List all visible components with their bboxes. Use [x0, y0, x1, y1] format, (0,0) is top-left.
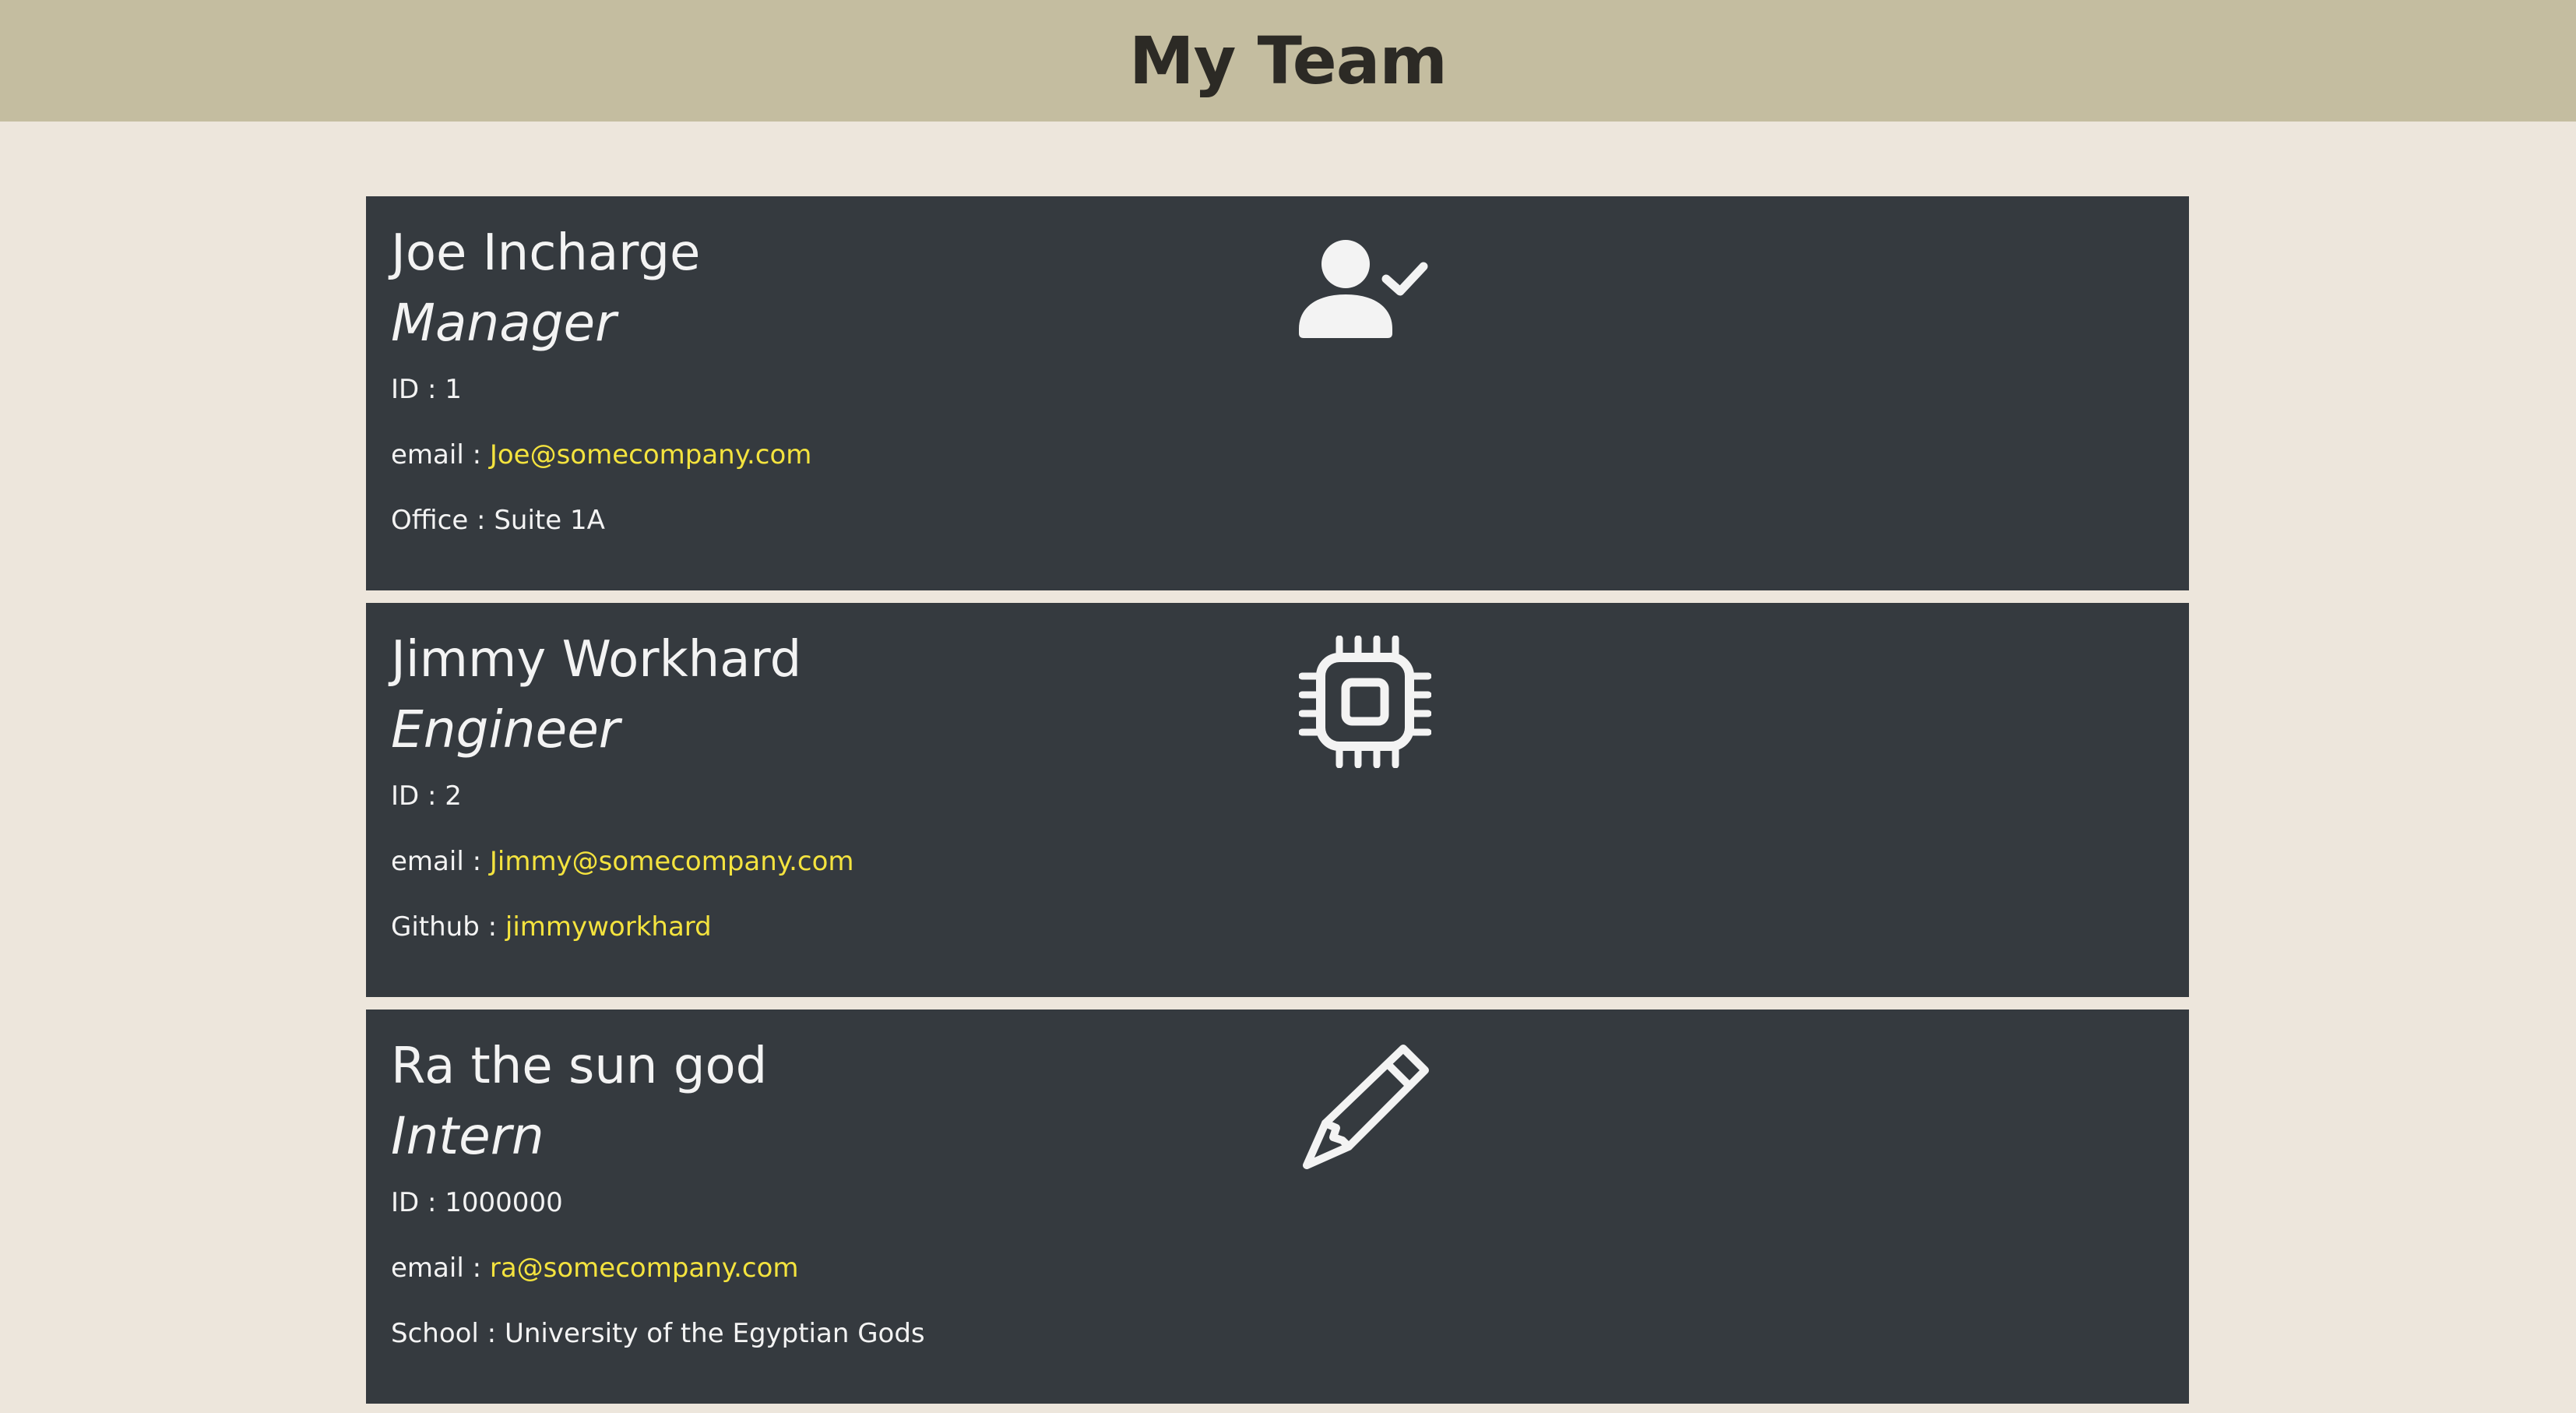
- id-label: ID :: [391, 780, 445, 812]
- email-label: email :: [391, 1253, 490, 1284]
- id-value: 1000000: [445, 1187, 563, 1218]
- page-header: My Team: [0, 0, 2576, 122]
- school-label: School :: [391, 1318, 505, 1349]
- user-check-icon: [1299, 240, 1428, 338]
- id-label: ID :: [391, 374, 445, 405]
- employee-card-engineer: Jimmy Workhard Engineer ID : 2 email : J…: [366, 603, 2189, 997]
- github-label: Github :: [391, 911, 505, 943]
- employee-role: Engineer: [391, 699, 620, 759]
- employee-email: email : Jimmy@somecompany.com: [391, 846, 854, 878]
- office-label: Office :: [391, 505, 494, 536]
- employee-id: ID : 1000000: [391, 1187, 563, 1219]
- github-link[interactable]: jimmyworkhard: [505, 911, 712, 943]
- cpu-chip-icon: [1299, 636, 1431, 768]
- employee-role: Intern: [391, 1106, 544, 1166]
- employee-role: Manager: [391, 293, 617, 353]
- pencil-icon: [1303, 1045, 1429, 1169]
- email-label: email :: [391, 846, 490, 877]
- employee-name: Joe Incharge: [391, 224, 701, 282]
- employee-email: email : Joe@somecompany.com: [391, 439, 811, 471]
- employee-id: ID : 1: [391, 374, 462, 406]
- employee-office: Office : Suite 1A: [391, 505, 605, 537]
- office-value: Suite 1A: [494, 505, 605, 536]
- id-value: 1: [445, 374, 462, 405]
- id-label: ID :: [391, 1187, 445, 1218]
- employee-card-manager: Joe Incharge Manager ID : 1 email : Joe@…: [366, 196, 2189, 590]
- school-value: University of the Egyptian Gods: [504, 1318, 925, 1349]
- employee-name: Ra the sun god: [391, 1038, 768, 1095]
- employee-id: ID : 2: [391, 780, 462, 812]
- employee-school: School : University of the Egyptian Gods: [391, 1318, 925, 1350]
- email-link[interactable]: Joe@somecompany.com: [490, 439, 812, 470]
- email-link[interactable]: ra@somecompany.com: [490, 1253, 799, 1284]
- employee-github: Github : jimmyworkhard: [391, 911, 712, 943]
- email-link[interactable]: Jimmy@somecompany.com: [490, 846, 854, 877]
- id-value: 2: [445, 780, 462, 812]
- employee-name: Jimmy Workhard: [391, 631, 802, 689]
- page-title: My Team: [1129, 23, 1448, 99]
- employee-card-intern: Ra the sun god Intern ID : 1000000 email…: [366, 1010, 2189, 1404]
- employee-email: email : ra@somecompany.com: [391, 1253, 799, 1284]
- email-label: email :: [391, 439, 490, 470]
